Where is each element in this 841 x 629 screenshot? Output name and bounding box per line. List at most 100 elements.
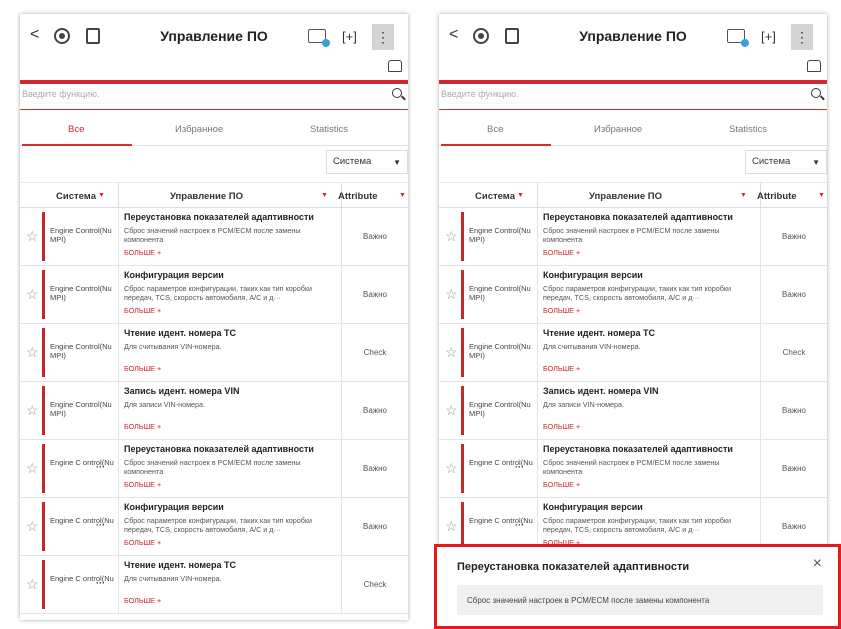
system-filter-select[interactable]: Система ▼ [745, 150, 827, 174]
more-link[interactable]: БОЛЬШЕ + [543, 248, 580, 257]
table-header: Система ▼ Управление ПО ▼ Attribute ▼ [20, 182, 408, 208]
row-description: Сброс значений настроек в PCM/ECM после … [124, 458, 301, 476]
column-header-system[interactable]: Система [56, 191, 96, 202]
search-input[interactable] [22, 89, 362, 99]
tab-favorites[interactable]: Избранное [594, 124, 642, 135]
function-row[interactable]: ☆ Engine Control(Nu MPI) Чтение идент. ном… [439, 324, 827, 382]
search-icon[interactable] [811, 88, 821, 98]
more-link[interactable]: БОЛЬШЕ + [543, 422, 580, 431]
more-link[interactable]: БОЛЬШЕ + [124, 480, 161, 489]
function-row[interactable]: ☆ Engine Control(Nu MPI) Запись идент. ном… [20, 382, 408, 440]
row-title[interactable]: Переустановка показателей адаптивности [124, 444, 338, 454]
row-title[interactable]: Переустановка показателей адаптивности [124, 212, 338, 222]
chevron-down-icon: ▼ [393, 158, 401, 167]
favorite-star-icon[interactable]: ☆ [26, 402, 39, 419]
close-icon[interactable]: × [813, 555, 822, 573]
ecu-icon[interactable] [308, 29, 330, 47]
ecu-icon[interactable] [727, 29, 749, 47]
filter-selected-value: Система [333, 156, 372, 167]
row-title[interactable]: Конфигурация версии [124, 502, 338, 512]
row-title[interactable]: Переустановка показателей адаптивности [543, 444, 757, 454]
tab-all[interactable]: Все [487, 124, 503, 135]
function-row[interactable]: ☆ Engine Control(Nu MPI) Переустановка пок… [20, 208, 408, 266]
more-link[interactable]: БОЛЬШЕ + [124, 596, 161, 605]
favorite-star-icon[interactable]: ☆ [445, 228, 458, 245]
column-divider [537, 183, 538, 207]
function-row[interactable]: ☆ Engine Control(Nu MPI) Запись идент. ном… [439, 382, 827, 440]
capture-icon[interactable]: [+] [761, 29, 776, 44]
favorite-star-icon[interactable]: ☆ [26, 228, 39, 245]
row-title[interactable]: Чтение идент. номера ТС [543, 328, 757, 338]
row-title[interactable]: Переустановка показателей адаптивности [543, 212, 757, 222]
row-title[interactable]: Чтение идент. номера ТС [124, 560, 338, 570]
more-link[interactable]: БОЛЬШЕ + [124, 422, 161, 431]
function-row[interactable]: ☆ Engine C ontrol(Nu ··· Переустановка пока… [439, 440, 827, 498]
more-menu-icon[interactable]: ⋮ [791, 24, 813, 50]
more-link[interactable]: БОЛЬШЕ + [124, 364, 161, 373]
function-row[interactable]: ☆ Engine Control(Nu MPI) Чтение идент. ном… [20, 324, 408, 382]
row-more-indicator[interactable]: ··· [96, 520, 105, 530]
favorite-star-icon[interactable]: ☆ [445, 286, 458, 303]
row-attribute: Важно [362, 290, 387, 299]
search-icon[interactable] [392, 88, 402, 98]
tab-favorites[interactable]: Избранное [175, 124, 223, 135]
function-row[interactable]: ☆ Engine Control(Nu MPI) Конфигурация верс… [439, 266, 827, 324]
vehicle-icon[interactable] [807, 60, 821, 72]
sort-caret-icon[interactable]: ▼ [98, 192, 105, 199]
capture-icon[interactable]: [+] [342, 29, 357, 44]
row-title[interactable]: Запись идент. номера VIN [543, 386, 757, 396]
row-description: Сброс параметров конфигурации, таких как… [124, 284, 313, 302]
more-menu-icon[interactable]: ⋮ [372, 24, 394, 50]
tab-all[interactable]: Все [68, 124, 84, 135]
row-title[interactable]: Запись идент. номера VIN [124, 386, 338, 396]
row-title[interactable]: Конфигурация версии [543, 270, 757, 280]
row-more-indicator[interactable]: ··· [515, 520, 524, 530]
function-row[interactable]: ☆ Engine C ontrol(Nu ··· Чтение идент. номе… [20, 556, 408, 614]
function-row[interactable]: ☆ Engine C ontrol(Nu ··· Конфигурация верси… [20, 498, 408, 556]
sort-caret-icon[interactable]: ▼ [399, 192, 406, 199]
function-row[interactable]: ☆ Engine C ontrol(Nu ··· Переустановка пока… [20, 440, 408, 498]
function-row[interactable]: ☆ Engine Control(Nu MPI) Конфигурация верс… [20, 266, 408, 324]
row-more-indicator[interactable]: ··· [515, 462, 524, 472]
favorite-star-icon[interactable]: ☆ [26, 344, 39, 361]
row-title[interactable]: Конфигурация версии [543, 502, 757, 512]
search-input[interactable] [441, 89, 781, 99]
sort-caret-icon[interactable]: ▼ [321, 192, 328, 199]
row-title[interactable]: Конфигурация версии [124, 270, 338, 280]
more-link[interactable]: БОЛЬШЕ + [124, 248, 161, 257]
row-title[interactable]: Чтение идент. номера ТС [124, 328, 338, 338]
more-link[interactable]: БОЛЬШЕ + [124, 306, 161, 315]
function-row[interactable]: ☆ Engine Control(Nu MPI) Переустановка пок… [439, 208, 827, 266]
row-accent-bar [461, 386, 464, 435]
row-attribute: Важно [362, 406, 387, 415]
right-panel: < Управление ПО [+] ⋮ Все Избранное Stat… [439, 14, 827, 620]
column-header-attribute[interactable]: Attribute [338, 191, 378, 202]
column-header-software[interactable]: Управление ПО [589, 191, 662, 202]
column-header-attribute[interactable]: Attribute [757, 191, 797, 202]
favorite-star-icon[interactable]: ☆ [26, 460, 39, 477]
function-detail-popup: Переустановка показателей адаптивности ×… [434, 544, 841, 629]
favorite-star-icon[interactable]: ☆ [26, 518, 39, 535]
more-link[interactable]: БОЛЬШЕ + [543, 480, 580, 489]
favorite-star-icon[interactable]: ☆ [26, 286, 39, 303]
favorite-star-icon[interactable]: ☆ [445, 344, 458, 361]
favorite-star-icon[interactable]: ☆ [445, 518, 458, 535]
tab-statistics[interactable]: Statistics [729, 124, 767, 135]
tab-statistics[interactable]: Statistics [310, 124, 348, 135]
favorite-star-icon[interactable]: ☆ [445, 402, 458, 419]
favorite-star-icon[interactable]: ☆ [26, 576, 39, 593]
more-link[interactable]: БОЛЬШЕ + [543, 364, 580, 373]
sort-caret-icon[interactable]: ▼ [740, 192, 747, 199]
more-link[interactable]: БОЛЬШЕ + [124, 538, 161, 547]
column-header-system[interactable]: Система [475, 191, 515, 202]
favorite-star-icon[interactable]: ☆ [445, 460, 458, 477]
system-filter-select[interactable]: Система ▼ [326, 150, 408, 174]
sort-caret-icon[interactable]: ▼ [517, 192, 524, 199]
column-divider [118, 498, 119, 555]
row-more-indicator[interactable]: ··· [96, 462, 105, 472]
row-more-indicator[interactable]: ··· [96, 578, 105, 588]
sort-caret-icon[interactable]: ▼ [818, 192, 825, 199]
column-header-software[interactable]: Управление ПО [170, 191, 243, 202]
more-link[interactable]: БОЛЬШЕ + [543, 306, 580, 315]
vehicle-icon[interactable] [388, 60, 402, 72]
